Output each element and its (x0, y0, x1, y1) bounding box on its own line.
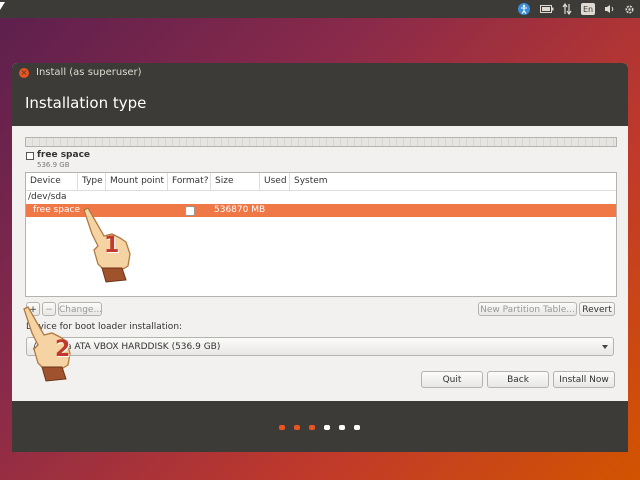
window-titlebar: × Install (as superuser) (12, 63, 628, 83)
table-row-device[interactable]: /dev/sda (26, 191, 616, 204)
progress-dot-2 (294, 425, 300, 430)
free-space-cell: free space (33, 205, 81, 215)
network-icon[interactable] (561, 1, 573, 17)
progress-dot-6 (354, 425, 360, 430)
progress-dot-3 (309, 425, 315, 430)
close-icon[interactable]: × (19, 68, 29, 78)
revert-button[interactable]: Revert (579, 302, 615, 316)
quit-button[interactable]: Quit (421, 371, 483, 388)
free-space-legend-label: free space (37, 150, 91, 160)
window-title: Install (as superuser) (36, 67, 142, 78)
accessibility-icon[interactable] (517, 1, 531, 17)
gear-icon[interactable] (623, 1, 636, 17)
column-header-device[interactable]: Device (26, 173, 78, 190)
column-header-format[interactable]: Format? (168, 173, 211, 190)
device-name: /dev/sda (28, 192, 67, 202)
new-partition-table-button[interactable]: New Partition Table... (478, 302, 577, 316)
partition-bar (25, 137, 617, 147)
page-header: Installation type (12, 83, 628, 126)
install-now-button[interactable]: Install Now (553, 371, 615, 388)
sound-icon[interactable] (603, 1, 615, 17)
boot-loader-select[interactable]: /dev/sda ATA VBOX HARDDISK (536.9 GB) (26, 337, 614, 356)
progress-footer (12, 401, 628, 452)
format-checkbox[interactable] (185, 206, 195, 216)
size-cell: 536870 MB (214, 205, 266, 215)
step-number-1: 1 (104, 233, 120, 258)
column-header-size[interactable]: Size (211, 173, 260, 190)
back-button[interactable]: Back (487, 371, 549, 388)
progress-dot-4 (324, 425, 330, 430)
free-space-legend-size: 536.9 GB (37, 161, 70, 169)
column-header-type[interactable]: Type (78, 173, 106, 190)
page-title: Installation type (25, 94, 147, 112)
top-panel: En (0, 0, 640, 18)
column-header-system[interactable]: System (290, 173, 616, 190)
battery-icon[interactable] (539, 1, 555, 17)
step-number-2: 2 (55, 337, 71, 362)
free-space-legend-swatch (26, 152, 34, 160)
progress-dot-5 (339, 425, 345, 430)
mouse-cursor-icon (0, 2, 5, 10)
column-header-mount-point[interactable]: Mount point (106, 173, 168, 190)
column-header-used[interactable]: Used (260, 173, 290, 190)
progress-dot-1 (279, 425, 285, 430)
chevron-down-icon (602, 345, 608, 349)
keyboard-layout-indicator[interactable]: En (581, 3, 595, 15)
